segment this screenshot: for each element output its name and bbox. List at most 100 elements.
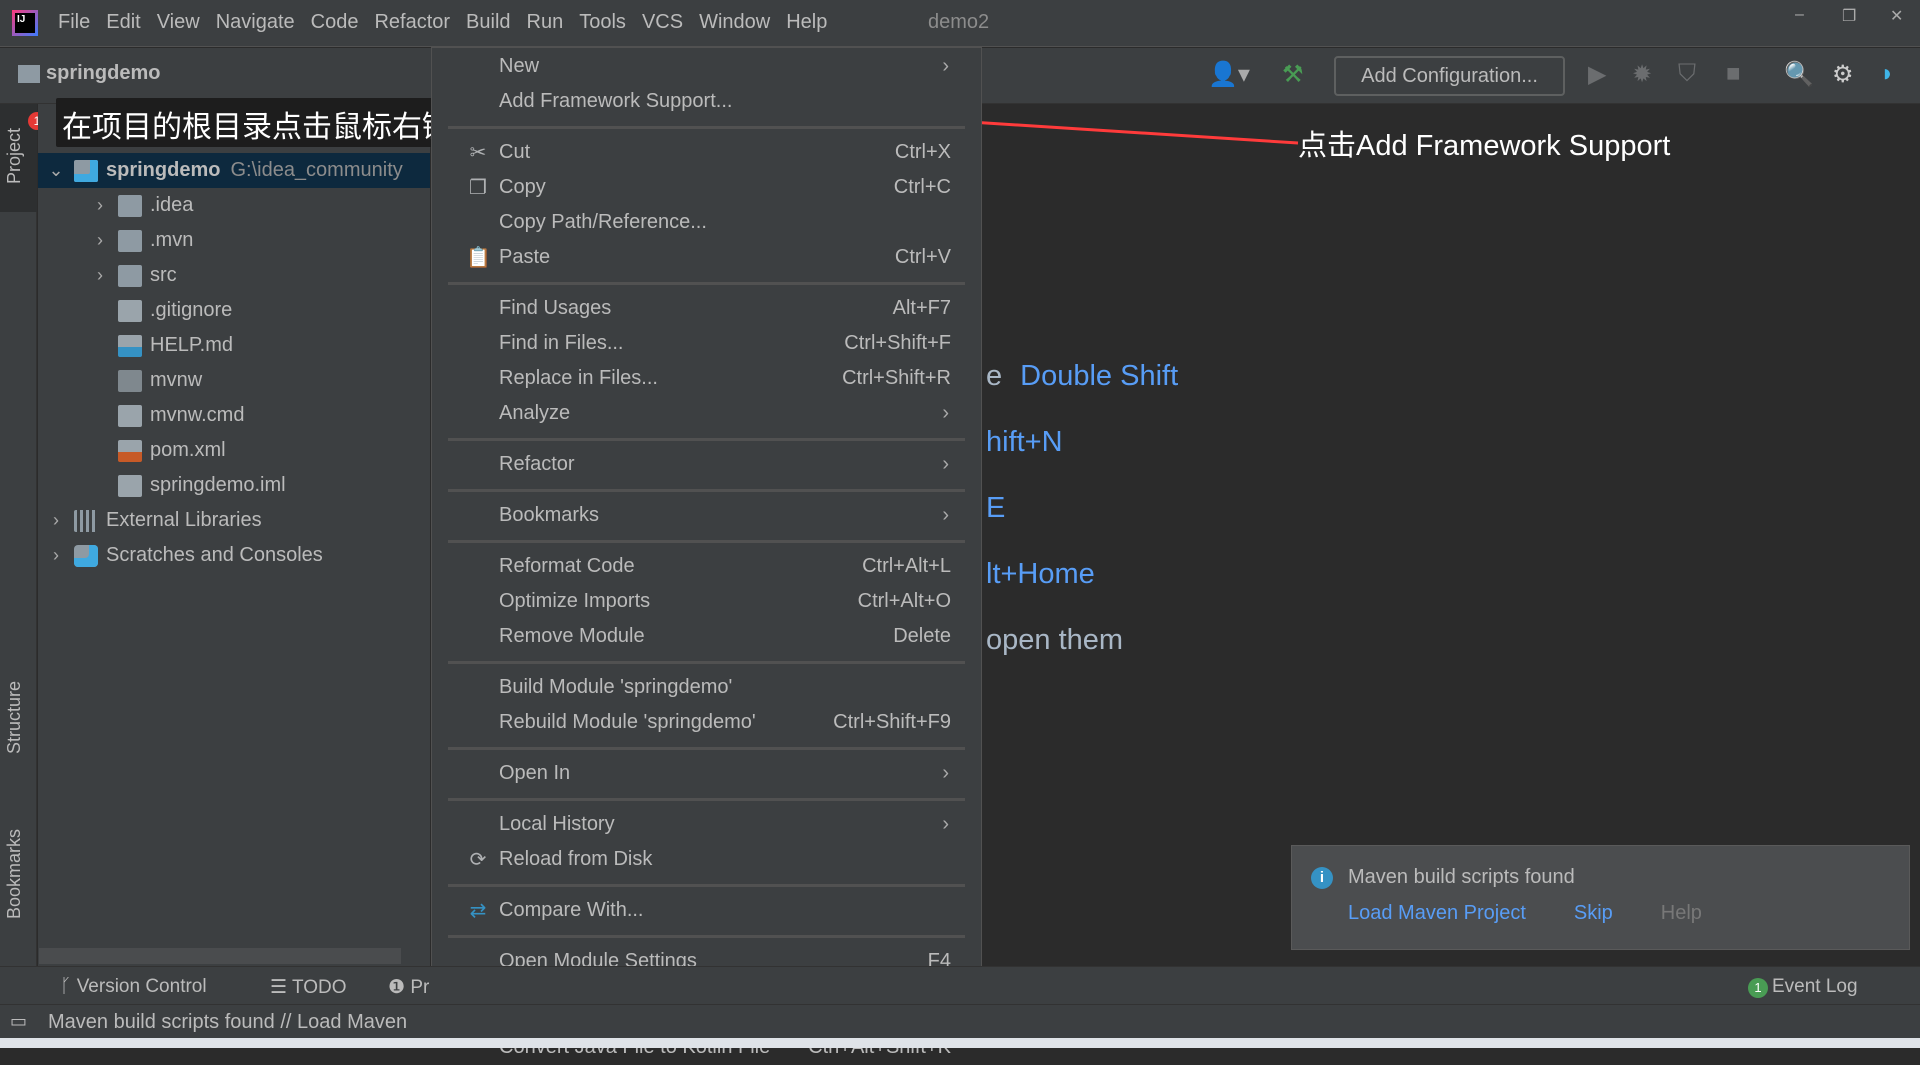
problems-label: Pr [410,977,430,998]
menu-separator [432,431,981,447]
menu-item-copy[interactable]: ❐ Copy Ctrl+C [432,170,981,205]
bottom-tool-strip: ᚴ Version Control ☰ TODO ❶ Pr 1 Event Log [0,966,1920,1004]
menu-item-open-in[interactable]: Open In › [432,756,981,791]
info-icon: i [1311,867,1333,889]
menu-item-reformat-code[interactable]: Reformat Code Ctrl+Alt+L [432,549,981,584]
event-log-badge: 1 [1748,978,1768,998]
menu-item-refactor[interactable]: Refactor › [432,447,981,482]
divider [448,488,965,492]
divider [448,125,965,129]
divider [448,934,965,938]
divider [448,437,965,441]
menu-item-add-framework-support[interactable]: Add Framework Support... [432,84,981,119]
skip-link[interactable]: Skip [1574,902,1613,925]
menu-item-label: Paste [499,246,551,268]
divider [448,281,965,285]
todo-label: TODO [291,977,347,998]
menu-item-paste[interactable]: 📋 Paste Ctrl+V [432,240,981,275]
menu-item-shortcut: Ctrl+Shift+R [842,367,951,389]
divider [448,883,965,887]
status-message[interactable]: Maven build scripts found // Load Maven [48,1011,407,1034]
menu-item-remove-module[interactable]: Remove Module Delete [432,619,981,654]
list-icon: ☰ [270,977,292,998]
menu-item-label: Analyze [499,402,571,424]
problems-icon: ❶ [388,977,411,998]
menu-item-shortcut: Ctrl+Alt+O [857,590,951,612]
menu-item-label: Cut [499,141,531,163]
menu-item-local-history[interactable]: Local History › [432,807,981,842]
menu-item-label: Build Module 'springdemo' [499,676,733,698]
reload-icon: ⟳ [469,849,487,871]
chevron-right-icon: › [942,55,949,77]
menu-item-label: Copy [499,176,546,198]
menu-item-label: Find Usages [499,297,612,319]
menu-item-analyze[interactable]: Analyze › [432,396,981,431]
os-taskbar [0,1038,1920,1048]
status-bar: ▭ Maven build scripts found // Load Mave… [0,1004,1920,1038]
menu-item-bookmarks[interactable]: Bookmarks › [432,498,981,533]
menu-item-shortcut: Ctrl+Alt+L [862,555,951,577]
menu-item-find-usages[interactable]: Find Usages Alt+F7 [432,291,981,326]
menu-item-label: Rebuild Module 'springdemo' [499,711,756,733]
menu-item-replace-in-files[interactable]: Replace in Files... Ctrl+Shift+R [432,361,981,396]
menu-item-label: Replace in Files... [499,367,658,389]
menu-item-shortcut: Ctrl+Shift+F [844,332,951,354]
event-log-tab[interactable]: 1 Event Log [1748,976,1858,998]
menu-item-shortcut: Ctrl+X [894,141,951,163]
help-link[interactable]: Help [1661,902,1702,925]
menu-item-label: Bookmarks [499,504,600,526]
menu-item-label: Find in Files... [499,332,624,354]
divider [448,660,965,664]
divider [448,539,965,543]
menu-separator [432,482,981,498]
menu-item-new[interactable]: New › [432,49,981,84]
chevron-right-icon: › [942,762,949,784]
chevron-right-icon: › [942,453,949,475]
context-menu: New › Add Framework Support... ✂ Cut Ctrl+X ❐ C… [431,47,982,1058]
menu-item-label: Refactor [499,453,575,475]
divider [448,746,965,750]
menu-item-shortcut: Delete [893,625,951,647]
menu-separator [432,275,981,291]
menu-item-label: Reload from Disk [499,848,653,870]
maven-notification: i Maven build scripts found Load Maven P… [1291,845,1910,950]
menu-item-rebuild-module-springdemo[interactable]: Rebuild Module 'springdemo' Ctrl+Shift+F9 [432,705,981,740]
scissors-icon: ✂ [469,142,487,164]
compare-icon: ⇄ [469,900,487,922]
version-control-label: Version Control [76,976,207,997]
menu-item-build-module-springdemo[interactable]: Build Module 'springdemo' [432,670,981,705]
menu-item-optimize-imports[interactable]: Optimize Imports Ctrl+Alt+O [432,584,981,619]
chevron-right-icon: › [942,813,949,835]
chevron-right-icon: › [942,504,949,526]
menu-item-compare-with[interactable]: ⇄ Compare With... [432,893,981,928]
menu-item-shortcut: Ctrl+V [894,246,951,268]
load-maven-project-link[interactable]: Load Maven Project [1348,902,1526,925]
copy-icon: ❐ [469,177,487,199]
menu-item-find-in-files[interactable]: Find in Files... Ctrl+Shift+F [432,326,981,361]
menu-separator [432,654,981,670]
menu-item-reload-from-disk[interactable]: ⟳ Reload from Disk [432,842,981,877]
menu-item-label: Remove Module [499,625,645,647]
menu-item-label: Add Framework Support... [499,90,733,112]
menu-item-label: Compare With... [499,899,644,921]
menu-item-cut[interactable]: ✂ Cut Ctrl+X [432,135,981,170]
branch-icon: ᚴ [60,976,77,997]
menu-item-copy-path-reference[interactable]: Copy Path/Reference... [432,205,981,240]
menu-item-label: Reformat Code [499,555,635,577]
problems-tab[interactable]: ❶ Pr [388,976,429,999]
toggle-tool-windows-icon[interactable]: ▭ [10,1011,27,1032]
version-control-tab[interactable]: ᚴ Version Control [60,976,207,998]
notification-title: Maven build scripts found [1348,866,1575,888]
menu-separator [432,740,981,756]
todo-tab[interactable]: ☰ TODO [270,976,347,999]
menu-item-label: Optimize Imports [499,590,651,612]
menu-item-label: Copy Path/Reference... [499,211,707,233]
menu-separator [432,119,981,135]
menu-item-label: Open In [499,762,571,784]
event-log-label: Event Log [1772,976,1858,997]
menu-separator [432,928,981,944]
chevron-right-icon: › [942,402,949,424]
paste-icon: 📋 [466,247,491,269]
menu-item-shortcut: Ctrl+Shift+F9 [833,711,951,733]
menu-item-label: Local History [499,813,615,835]
